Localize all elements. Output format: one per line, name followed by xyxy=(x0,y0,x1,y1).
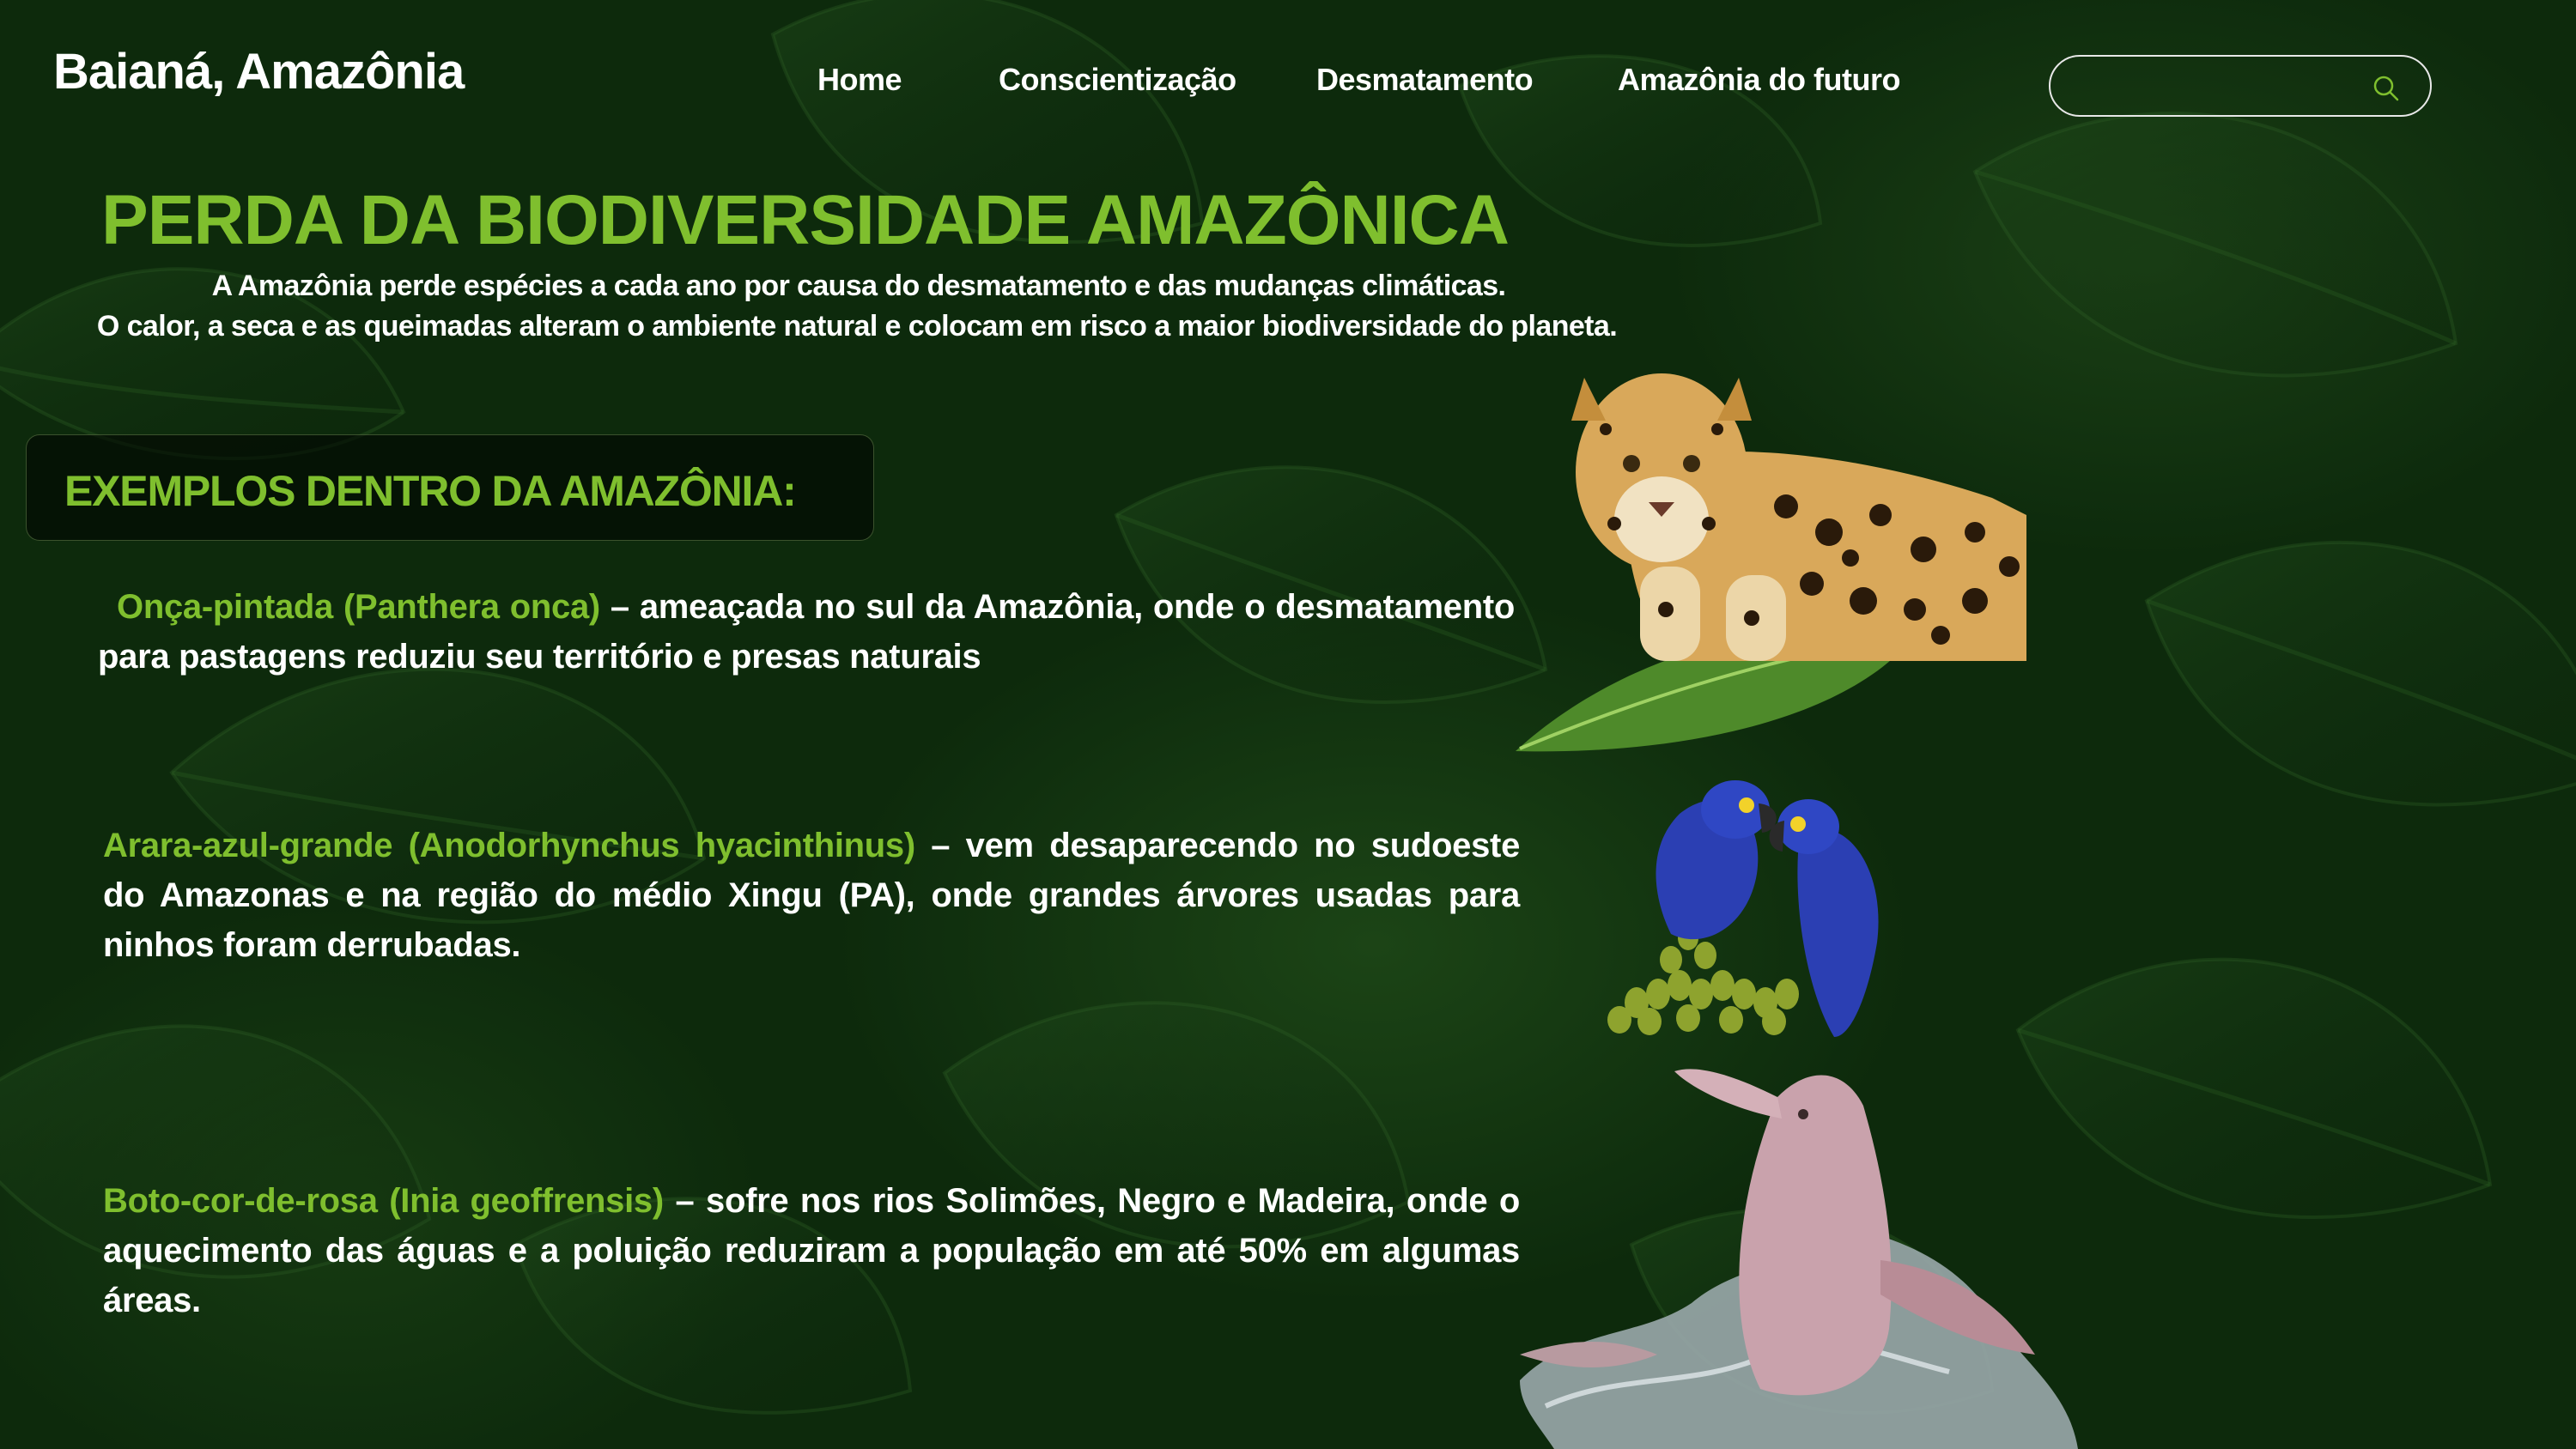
species-dolphin-name: Boto-cor-de-rosa (Inia geoffrensis) xyxy=(103,1182,664,1220)
nav-amazonia-do-futuro[interactable]: Amazônia do futuro xyxy=(1618,62,1900,98)
jaguar-image xyxy=(1516,373,2026,752)
species-jaguar-name: Onça-pintada (Panthera onca) xyxy=(117,588,600,626)
search-input[interactable] xyxy=(2073,67,2348,105)
site-brand[interactable]: Baianá, Amazônia xyxy=(53,43,465,100)
macaw-image xyxy=(1607,780,1879,1037)
nav-desmatamento[interactable]: Desmatamento xyxy=(1316,62,1534,98)
examples-heading-box: EXEMPLOS DENTRO DA AMAZÔNIA: xyxy=(26,434,874,541)
species-jaguar-text: Onça-pintada (Panthera onca) – ameaçada … xyxy=(98,582,1515,682)
nav-home[interactable]: Home xyxy=(817,62,902,98)
dolphin-image xyxy=(1520,1069,2078,1449)
species-macaw-name: Arara-azul-grande (Anodorhynchus hyacint… xyxy=(103,827,915,864)
search-icon[interactable] xyxy=(2372,74,2401,103)
page-title: PERDA DA BIODIVERSIDADE AMAZÔNICA xyxy=(101,181,1510,259)
subtitle-line-1: A Amazônia perde espécies a cada ano por… xyxy=(211,270,1506,302)
species-dolphin-text: Boto-cor-de-rosa (Inia geoffrensis) – so… xyxy=(103,1176,1520,1325)
examples-heading: EXEMPLOS DENTRO DA AMAZÔNIA: xyxy=(64,467,797,515)
subtitle-line-2: O calor, a seca e as queimadas alteram o… xyxy=(96,310,1618,343)
nav-conscientizacao[interactable]: Conscientização xyxy=(999,62,1236,98)
search-box xyxy=(2049,55,2432,117)
species-macaw-text: Arara-azul-grande (Anodorhynchus hyacint… xyxy=(103,821,1520,970)
